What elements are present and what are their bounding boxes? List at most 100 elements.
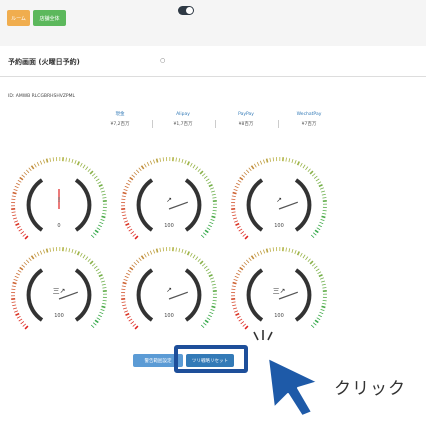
gauge-tick: [205, 268, 210, 272]
gauge-tick: [121, 285, 126, 287]
stat-paypay: PayPay ¥8百万: [216, 110, 276, 130]
gauge-tick: [311, 173, 316, 177]
gauge-tick: [138, 257, 142, 262]
gauge-tick: [200, 324, 205, 329]
gauge-tick: [21, 264, 26, 268]
gauge-tick: [17, 179, 22, 183]
gauge-tick: [231, 301, 236, 303]
gauge-tick: [208, 224, 212, 228]
gauge-tick: [314, 229, 319, 234]
gauge-tick: [11, 301, 16, 303]
gauge-tick: [122, 307, 128, 310]
gauge-tick: [132, 323, 137, 327]
gauge-tick: [242, 323, 247, 327]
gauge-value: 0: [57, 223, 61, 229]
gauge-tick: [18, 228, 23, 232]
gauge-tick: [94, 319, 99, 324]
gauge-value: 100: [274, 313, 284, 319]
gauge-tick: [100, 190, 106, 193]
gauge-tick: [269, 247, 271, 252]
gauge-tick: [89, 170, 94, 175]
gauge-tick: [207, 271, 212, 275]
gauge-tick: [305, 256, 309, 261]
gauge-tick: [25, 169, 30, 174]
gauge-tick: [211, 193, 216, 196]
gauge-tick: [13, 278, 18, 282]
gauge-tick: [316, 227, 321, 231]
gauge-tick: [124, 220, 129, 223]
gauge-tick: [262, 159, 266, 164]
gauge-tick: [128, 228, 133, 232]
gauge-tick: [68, 248, 71, 253]
gauge-tick: [122, 214, 127, 217]
gauge-tick: [96, 227, 101, 231]
gauge-tick: [201, 263, 206, 267]
gauge-tick: [102, 303, 107, 305]
click-annotation: クリック: [334, 379, 406, 399]
gauge-tick: [16, 272, 20, 276]
gauge-tick: [186, 251, 191, 256]
gauge-tick: [234, 185, 239, 189]
gauge-tick: [312, 232, 317, 236]
stat-label: Alipay: [176, 112, 190, 117]
gauge-tick: [234, 220, 239, 223]
gauge-tick: [288, 158, 291, 163]
gauge-tick: [49, 157, 51, 162]
gauge-tick: [129, 266, 134, 271]
gauge-tick: [92, 322, 97, 326]
gauge-tick: [291, 248, 294, 254]
gauge-tick: [91, 263, 96, 267]
gauge-tick: [231, 211, 236, 213]
gauge-tick: [208, 314, 212, 318]
room-button[interactable]: ルーム: [7, 10, 30, 26]
gauge-tick: [319, 277, 324, 280]
gauge-tick: [96, 317, 101, 321]
gauge-tick: [199, 170, 204, 175]
gauge-tick: [30, 255, 35, 260]
gauge-tick: [76, 161, 81, 166]
gauge-tick: [319, 311, 324, 315]
gauge-tick: [21, 174, 26, 178]
gauge-tick: [155, 158, 159, 163]
gauge-tick: [253, 163, 257, 168]
gauge-tick: [208, 183, 213, 188]
gauge-tick: [33, 253, 37, 258]
gauge-tick: [240, 321, 245, 325]
gauge-tick: [98, 224, 102, 228]
gauge-tick: [23, 171, 28, 176]
payment-stats: 現金 ¥7,2百万 Alipay ¥1,7百万 PayPay ¥8百万 Wech…: [90, 110, 340, 136]
store-button[interactable]: 店舗全体: [33, 10, 66, 26]
gauge-tick: [94, 229, 99, 234]
gauge-tick: [126, 315, 131, 319]
gauge-tick: [175, 247, 177, 252]
gauge-tick: [98, 183, 103, 188]
gauge-tick: [318, 273, 323, 278]
gauge-tick: [184, 160, 187, 165]
gauge-tick: [189, 162, 193, 167]
gauge-tick: [175, 157, 177, 162]
gauge-tick: [181, 158, 184, 164]
stat-label: PayPay: [238, 112, 254, 117]
page-title: 予約画面 (火曜日予約): [8, 58, 80, 66]
mode-toggle[interactable]: [178, 6, 194, 15]
gauge-tick: [201, 173, 206, 177]
gauge-tick: [239, 266, 244, 271]
gauge-tick: [12, 191, 17, 195]
gauge-tick: [28, 167, 32, 172]
gauge-tick: [76, 251, 81, 256]
gauge-tick: [318, 314, 322, 318]
gauge-tick: [23, 261, 28, 266]
gauge-tick: [122, 217, 128, 220]
gauge-tick: [285, 247, 287, 252]
gauge-tick: [294, 250, 297, 255]
gauge-tick: [231, 195, 236, 197]
gauge-tick: [152, 249, 156, 254]
gauge-tick: [30, 165, 35, 170]
gauge-tick: [123, 278, 128, 282]
gauge-tick: [42, 159, 46, 164]
gauge-tick: [317, 271, 322, 275]
gauge-tick: [245, 259, 250, 264]
gauge-tick: [211, 215, 216, 219]
gauge-tick: [238, 318, 243, 322]
gauge-tick: [206, 317, 211, 321]
